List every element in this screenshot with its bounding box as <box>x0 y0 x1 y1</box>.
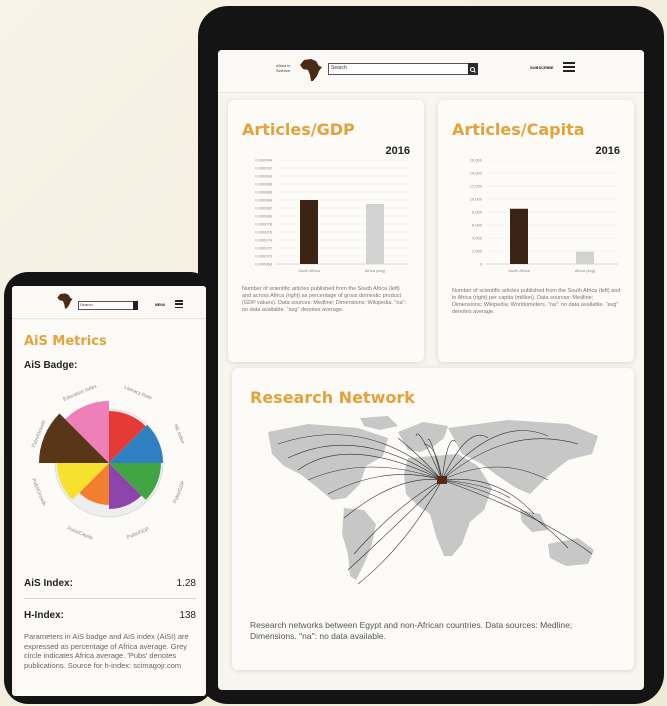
phone-screen: Search MENU AiS Metrics AiS Badge: Liter… <box>12 286 206 696</box>
subscribe-link[interactable]: SUBSCRIBE <box>530 65 554 70</box>
africa-map-icon[interactable] <box>56 292 74 310</box>
phone-frame: Search MENU AiS Metrics AiS Badge: Liter… <box>4 272 214 704</box>
articles-gdp-chart: 0.000094 0.000092 0.000090 0.000088 0.000086… <box>255 158 408 273</box>
y-tick-label: 0.000094 <box>255 158 272 163</box>
phone-header: Search MENU <box>12 286 206 319</box>
y-tick-label: 0.000078 <box>255 222 272 227</box>
research-network-card: Research Network Research networks betwe… <box>232 368 634 670</box>
phone-search-button[interactable] <box>133 301 138 310</box>
research-network-title: Research Network <box>250 388 415 407</box>
y-tick-label: 0.000086 <box>255 190 272 195</box>
search-input-value: Search <box>331 65 347 71</box>
y-tick-label: 4,000 <box>472 236 483 241</box>
world-map-landmass <box>268 416 598 580</box>
y-tick-label: 0.000080 <box>255 214 272 219</box>
menu-icon[interactable] <box>563 62 575 72</box>
h-index-row: H-Index: 138 <box>24 610 196 621</box>
bar-1 <box>576 251 594 264</box>
ais-metrics-title: AiS Metrics <box>24 334 107 349</box>
bar-1 <box>366 204 384 264</box>
africa-map-icon <box>300 59 322 81</box>
menu-icon[interactable] <box>175 300 183 309</box>
ais-index-value: 1.28 <box>176 578 196 589</box>
badge-segment-label: Pubs/GDP <box>172 480 187 505</box>
ais-index-label: AiS Index: <box>24 578 73 589</box>
y-tick-label: 0.000076 <box>255 230 272 235</box>
articles-capita-chart: 16,000 14,000 12,000 10,000 8,000 6,000 4,000 2… <box>470 158 618 273</box>
search-input[interactable]: Search <box>328 63 470 75</box>
research-network-description: Research networks between Egypt and non-… <box>250 620 573 641</box>
x-tick-label: Africa (avg) <box>365 268 386 273</box>
badge-segment-label: Education Index <box>62 383 98 402</box>
y-tick-label: 0.000090 <box>255 174 272 179</box>
articles-capita-description: Number of scientific articles published … <box>452 288 621 315</box>
y-tick-label: 0.000070 <box>255 254 272 259</box>
site-header: Africa in Science Search SUBSCRIBE <box>218 50 644 93</box>
x-tick-label: South Africa <box>508 268 530 273</box>
egypt-node <box>437 476 447 484</box>
y-tick-label: 0.000068 <box>255 262 272 267</box>
ais-badge-chart: Literacy Rate HE Index Pubs/GDP Pubs/GDP Pub… <box>30 383 187 542</box>
ais-description: Parameters in AiS badge and AiS index (A… <box>24 632 189 670</box>
y-tick-label: 0.000092 <box>255 166 272 171</box>
x-tick-label: South Africa <box>298 268 320 273</box>
y-tick-label: 2,000 <box>472 249 483 254</box>
logo-text: Africa in Science <box>276 63 291 73</box>
y-tick-label: 6,000 <box>472 223 483 228</box>
phone-search-input[interactable]: Search <box>78 301 135 310</box>
phone-menu-label[interactable]: MENU <box>155 303 165 307</box>
y-tick-label: 0 <box>480 262 483 267</box>
y-tick-label: 0.000072 <box>255 246 272 251</box>
y-tick-label: 0.000088 <box>255 182 272 187</box>
research-network-map <box>268 416 598 585</box>
articles-gdp-title: Articles/GDP <box>242 120 355 139</box>
y-tick-label: 0.000084 <box>255 198 272 203</box>
bar-0 <box>510 208 528 264</box>
site-logo[interactable]: Africa in Science <box>276 57 326 83</box>
y-tick-label: 0.000082 <box>255 206 272 211</box>
tablet-frame: Africa in Science Search SUBSCRIBE Artic… <box>198 6 664 704</box>
phone-search-value: Search <box>80 302 93 307</box>
badge-segment-label: HE Index <box>172 423 186 445</box>
y-tick-label: 16,000 <box>470 158 483 163</box>
y-tick-label: 10,000 <box>470 197 483 202</box>
search-icon <box>470 67 476 73</box>
y-tick-label: 0.000074 <box>255 238 272 243</box>
tablet-screen: Africa in Science Search SUBSCRIBE Artic… <box>218 50 644 690</box>
h-index-label: H-Index: <box>24 610 64 621</box>
badge-segment-label: Pubs/Capita <box>66 526 94 542</box>
articles-capita-card: Articles/Capita 2016 16,000 14,000 12,000 1… <box>438 100 634 362</box>
articles-gdp-description: Number of scientific articles published … <box>242 286 406 313</box>
ais-index-row: AiS Index: 1.28 <box>24 578 196 589</box>
badge-segment-label: Pubs/Growth <box>30 478 47 507</box>
divider <box>24 598 196 599</box>
y-tick-label: 12,000 <box>470 184 483 189</box>
articles-gdp-card: Articles/GDP 2016 0.000094 0.000092 0.0000… <box>228 100 424 362</box>
badge-segment-label: Pubs/GDP <box>126 526 151 541</box>
badge-segments <box>39 401 163 509</box>
y-tick-label: 14,000 <box>470 171 483 176</box>
h-index-value: 138 <box>179 610 196 621</box>
y-tick-label: 8,000 <box>472 210 483 215</box>
bar-0 <box>300 200 318 264</box>
x-tick-label: Africa (avg) <box>575 268 596 273</box>
search-button[interactable] <box>468 63 478 75</box>
ais-badge-label: AiS Badge: <box>24 360 78 371</box>
articles-capita-title: Articles/Capita <box>452 120 585 139</box>
ais-metrics-card: AiS Metrics AiS Badge: Literacy Rate HE I… <box>16 320 202 696</box>
badge-segment-label: Literacy Rate <box>123 385 153 402</box>
